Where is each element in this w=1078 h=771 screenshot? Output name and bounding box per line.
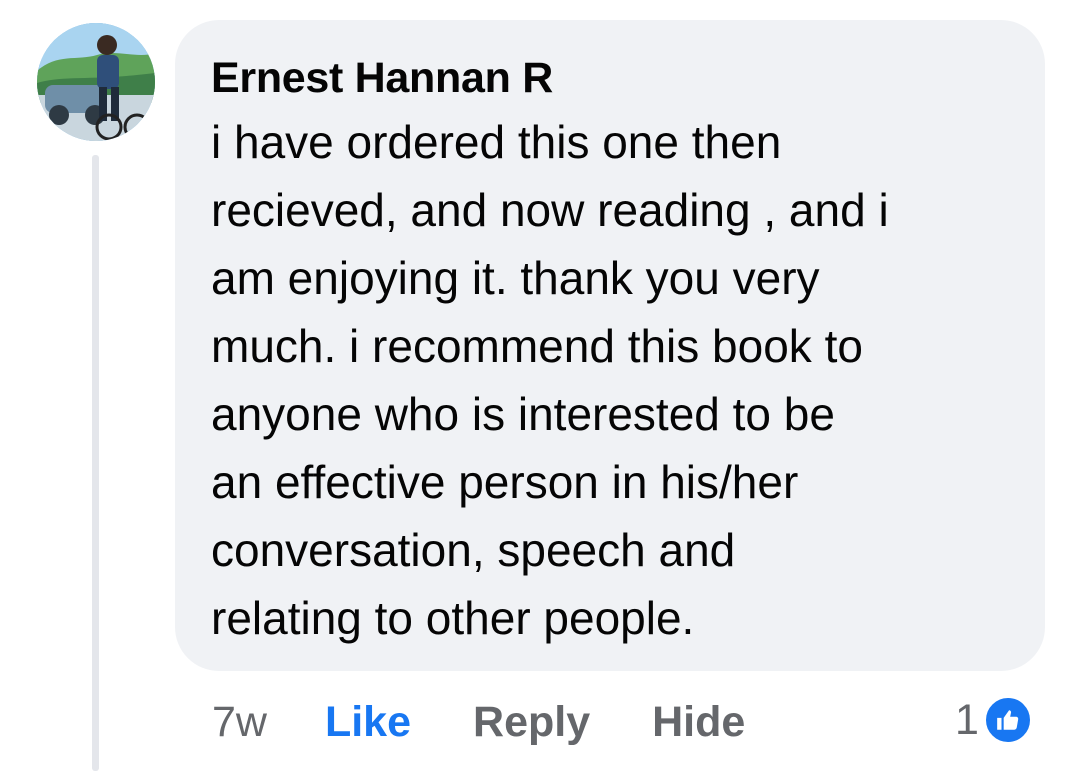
reaction-count: 1: [955, 696, 979, 744]
like-button[interactable]: Like: [325, 694, 411, 750]
reaction-summary[interactable]: 1: [955, 692, 1033, 748]
comment-bubble: Ernest Hannan R i have ordered this one …: [175, 20, 1045, 671]
reply-button[interactable]: Reply: [473, 694, 590, 750]
hide-button[interactable]: Hide: [652, 694, 745, 750]
comment-author[interactable]: Ernest Hannan R: [211, 50, 1009, 106]
comment-timestamp[interactable]: 7w: [212, 694, 267, 750]
avatar-photo: [37, 23, 155, 141]
comment-text: i have ordered this one then recieved, a…: [211, 116, 889, 644]
thumbs-up-icon: [982, 695, 1033, 745]
avatar[interactable]: [37, 23, 155, 141]
thread-line: [92, 155, 99, 771]
comment-actions: 7w Like Reply Hide: [212, 694, 745, 750]
